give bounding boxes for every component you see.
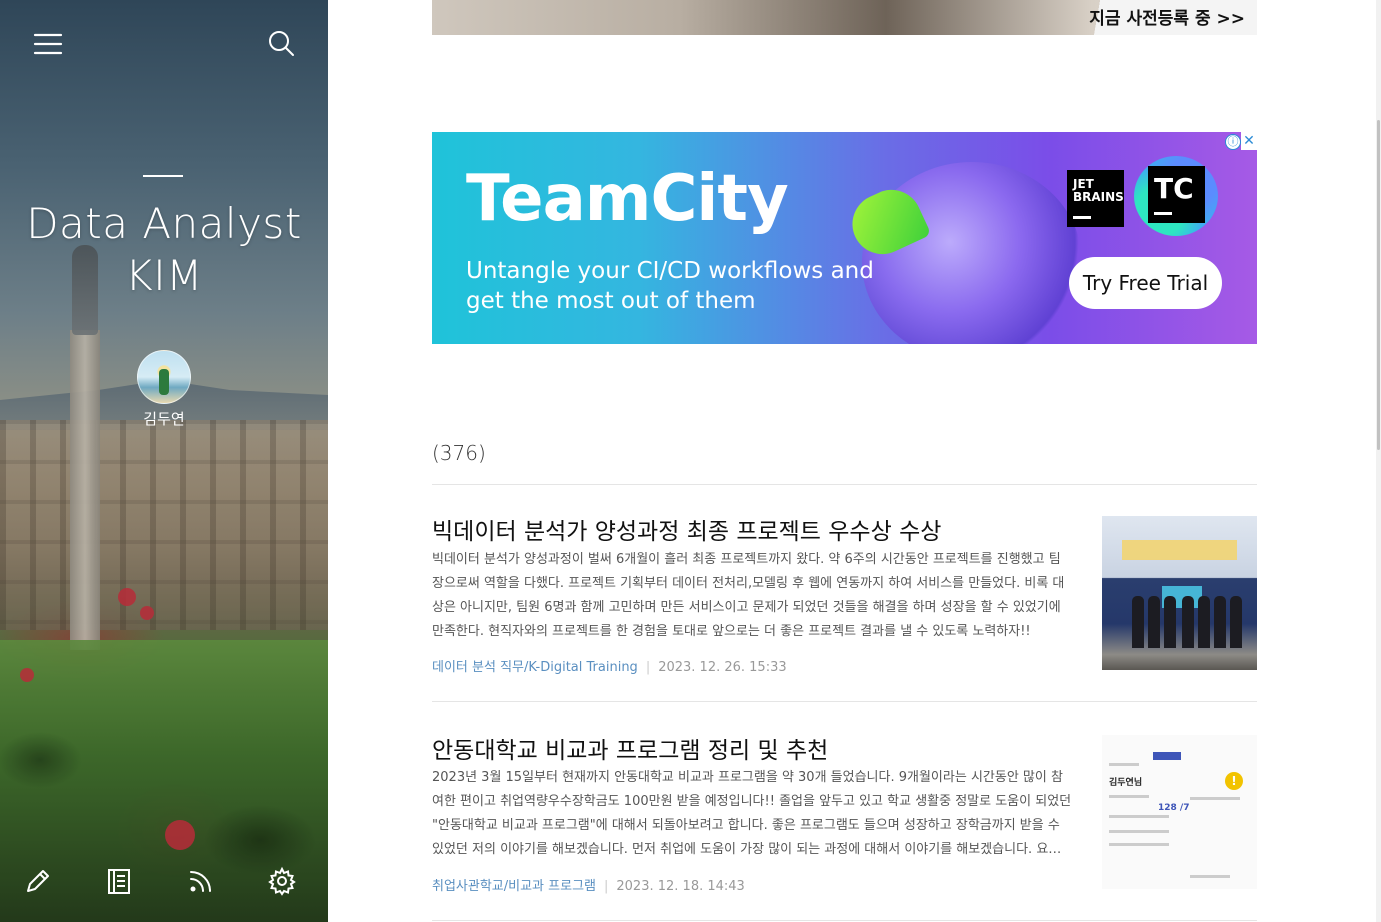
scrollbar-thumb[interactable]	[1377, 120, 1380, 450]
sidebar-background-building	[0, 420, 328, 630]
search-icon[interactable]	[267, 29, 297, 59]
sidebar-background-flower	[20, 668, 34, 682]
post-meta: 데이터 분석 직무/K-Digital Training | 2023. 12. 2…	[432, 656, 787, 675]
post-excerpt[interactable]: 빅데이터 분석가 양성과정이 벌써 6개월이 흘러 최종 프로젝트까지 왔다. …	[432, 548, 1072, 644]
sidebar-bottom-toolbar	[0, 866, 328, 898]
thumb-score-text: 128 /7	[1158, 803, 1190, 813]
sidebar-background-flower	[140, 606, 154, 620]
blog-sidebar: Data Analyst KIM 김두연	[0, 0, 328, 922]
banner-cta-text[interactable]: 지금 사전등록 중 >>	[1089, 4, 1245, 29]
hamburger-menu-icon[interactable]	[33, 29, 63, 59]
teamcity-ad[interactable]: TeamCity Untangle your CI/CD workflows a…	[432, 132, 1257, 344]
teamcity-logo: TC	[1134, 156, 1218, 236]
main-content: 지금 사전등록 중 >> TeamCity Untangle your CI/C…	[328, 0, 1381, 922]
ad-tagline: Untangle your CI/CD workflows and get th…	[466, 258, 874, 314]
meta-separator: |	[604, 879, 609, 894]
top-ad-banner[interactable]: 지금 사전등록 중 >>	[432, 0, 1257, 35]
jetbrains-logo: JET BRAINS	[1067, 170, 1124, 227]
author-avatar[interactable]	[137, 350, 191, 404]
try-free-trial-button[interactable]: Try Free Trial	[1069, 257, 1222, 309]
post-date: 2023. 12. 18. 14:43	[616, 879, 745, 894]
rss-icon[interactable]	[186, 866, 216, 896]
gear-icon[interactable]	[267, 866, 297, 896]
ad-brand-title: TeamCity	[466, 162, 789, 236]
list-item[interactable]: 안동대학교 비교과 프로그램 정리 및 추천 2023년 3월 15일부터 현재…	[432, 731, 1257, 921]
sidebar-background-column	[70, 330, 100, 650]
post-divider	[432, 701, 1257, 702]
ad-close-icon[interactable]: ✕	[1241, 132, 1257, 150]
thumb-name-text: 김두연님	[1109, 778, 1143, 788]
author-name[interactable]: 김두연	[0, 408, 328, 429]
title-divider	[143, 175, 183, 177]
ad-info-icon[interactable]: ⓘ	[1225, 134, 1241, 150]
list-item[interactable]: 빅데이터 분석가 양성과정 최종 프로젝트 우수상 수상 빅데이터 분석가 양성…	[432, 512, 1257, 702]
sidebar-background-flower	[165, 820, 195, 850]
pencil-icon[interactable]	[23, 866, 53, 896]
meta-separator: |	[645, 660, 651, 675]
list-divider	[432, 484, 1257, 485]
notebook-icon[interactable]	[104, 866, 134, 896]
post-thumbnail[interactable]: 김두연님 ! 128 /7	[1102, 735, 1257, 889]
post-thumbnail[interactable]	[1102, 516, 1257, 670]
post-category-link[interactable]: 취업사관학교/비교과 프로그램	[432, 879, 596, 894]
post-category-link[interactable]: 데이터 분석 직무/K-Digital Training	[432, 660, 638, 675]
post-divider	[432, 920, 1257, 921]
post-count: (376)	[432, 441, 486, 465]
post-date: 2023. 12. 26. 15:33	[658, 660, 787, 675]
post-title[interactable]: 안동대학교 비교과 프로그램 정리 및 추천	[432, 731, 1072, 765]
sidebar-background-flower	[118, 588, 136, 606]
post-excerpt[interactable]: 2023년 3월 15일부터 현재까지 안동대학교 비교과 프로그램을 약 30…	[432, 766, 1072, 862]
post-meta: 취업사관학교/비교과 프로그램 | 2023. 12. 18. 14:43	[432, 875, 745, 894]
post-title[interactable]: 빅데이터 분석가 양성과정 최종 프로젝트 우수상 수상	[432, 512, 1072, 546]
blog-title[interactable]: Data Analyst KIM	[0, 198, 328, 302]
warning-icon: !	[1225, 772, 1243, 790]
